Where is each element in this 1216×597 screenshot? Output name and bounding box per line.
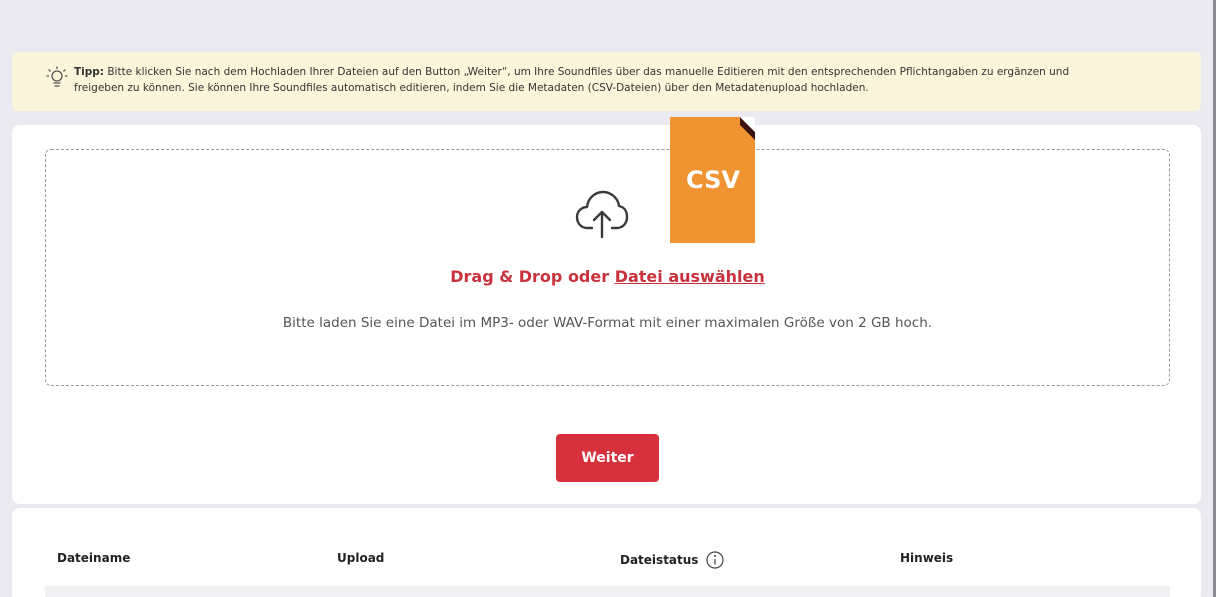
table-row <box>45 586 1170 597</box>
continue-button[interactable]: Weiter <box>556 434 659 482</box>
dropzone-title: Drag & Drop oder Datei auswählen <box>46 267 1169 286</box>
files-table: Dateiname Upload Dateistatus Hinweis <box>12 508 1201 597</box>
tip-label: Tipp: <box>74 66 104 78</box>
cloud-upload-icon <box>575 190 629 239</box>
lightbulb-icon <box>46 66 68 87</box>
dropzone[interactable]: Drag & Drop oder Datei auswählen Bitte l… <box>45 149 1170 386</box>
dropzone-hint: Bitte laden Sie eine Datei im MP3- oder … <box>282 315 933 331</box>
upload-page: Tipp: Bitte klicken Sie nach dem Hochlad… <box>0 0 1216 597</box>
tip-text: Tipp: Bitte klicken Sie nach dem Hochlad… <box>74 64 1069 96</box>
column-header-dateiname[interactable]: Dateiname <box>57 551 130 565</box>
tip-line-1: Bitte klicken Sie nach dem Hochladen Ihr… <box>107 66 1070 78</box>
select-file-link[interactable]: Datei auswählen <box>615 267 765 286</box>
column-header-dateistatus-label: Dateistatus <box>620 553 699 567</box>
column-header-upload[interactable]: Upload <box>337 551 384 565</box>
column-header-dateistatus: Dateistatus <box>620 551 725 569</box>
csv-file-icon: CSV <box>670 117 755 243</box>
dropzone-title-prefix: Drag & Drop oder <box>450 267 615 286</box>
csv-badge-label: CSV <box>686 166 740 194</box>
tip-line-2: freigeben zu können. Sie können Ihre Sou… <box>74 82 869 94</box>
upload-card: Drag & Drop oder Datei auswählen Bitte l… <box>12 125 1201 504</box>
info-icon[interactable] <box>706 551 725 569</box>
tip-banner: Tipp: Bitte klicken Sie nach dem Hochlad… <box>12 52 1201 111</box>
column-header-hinweis[interactable]: Hinweis <box>900 551 953 565</box>
